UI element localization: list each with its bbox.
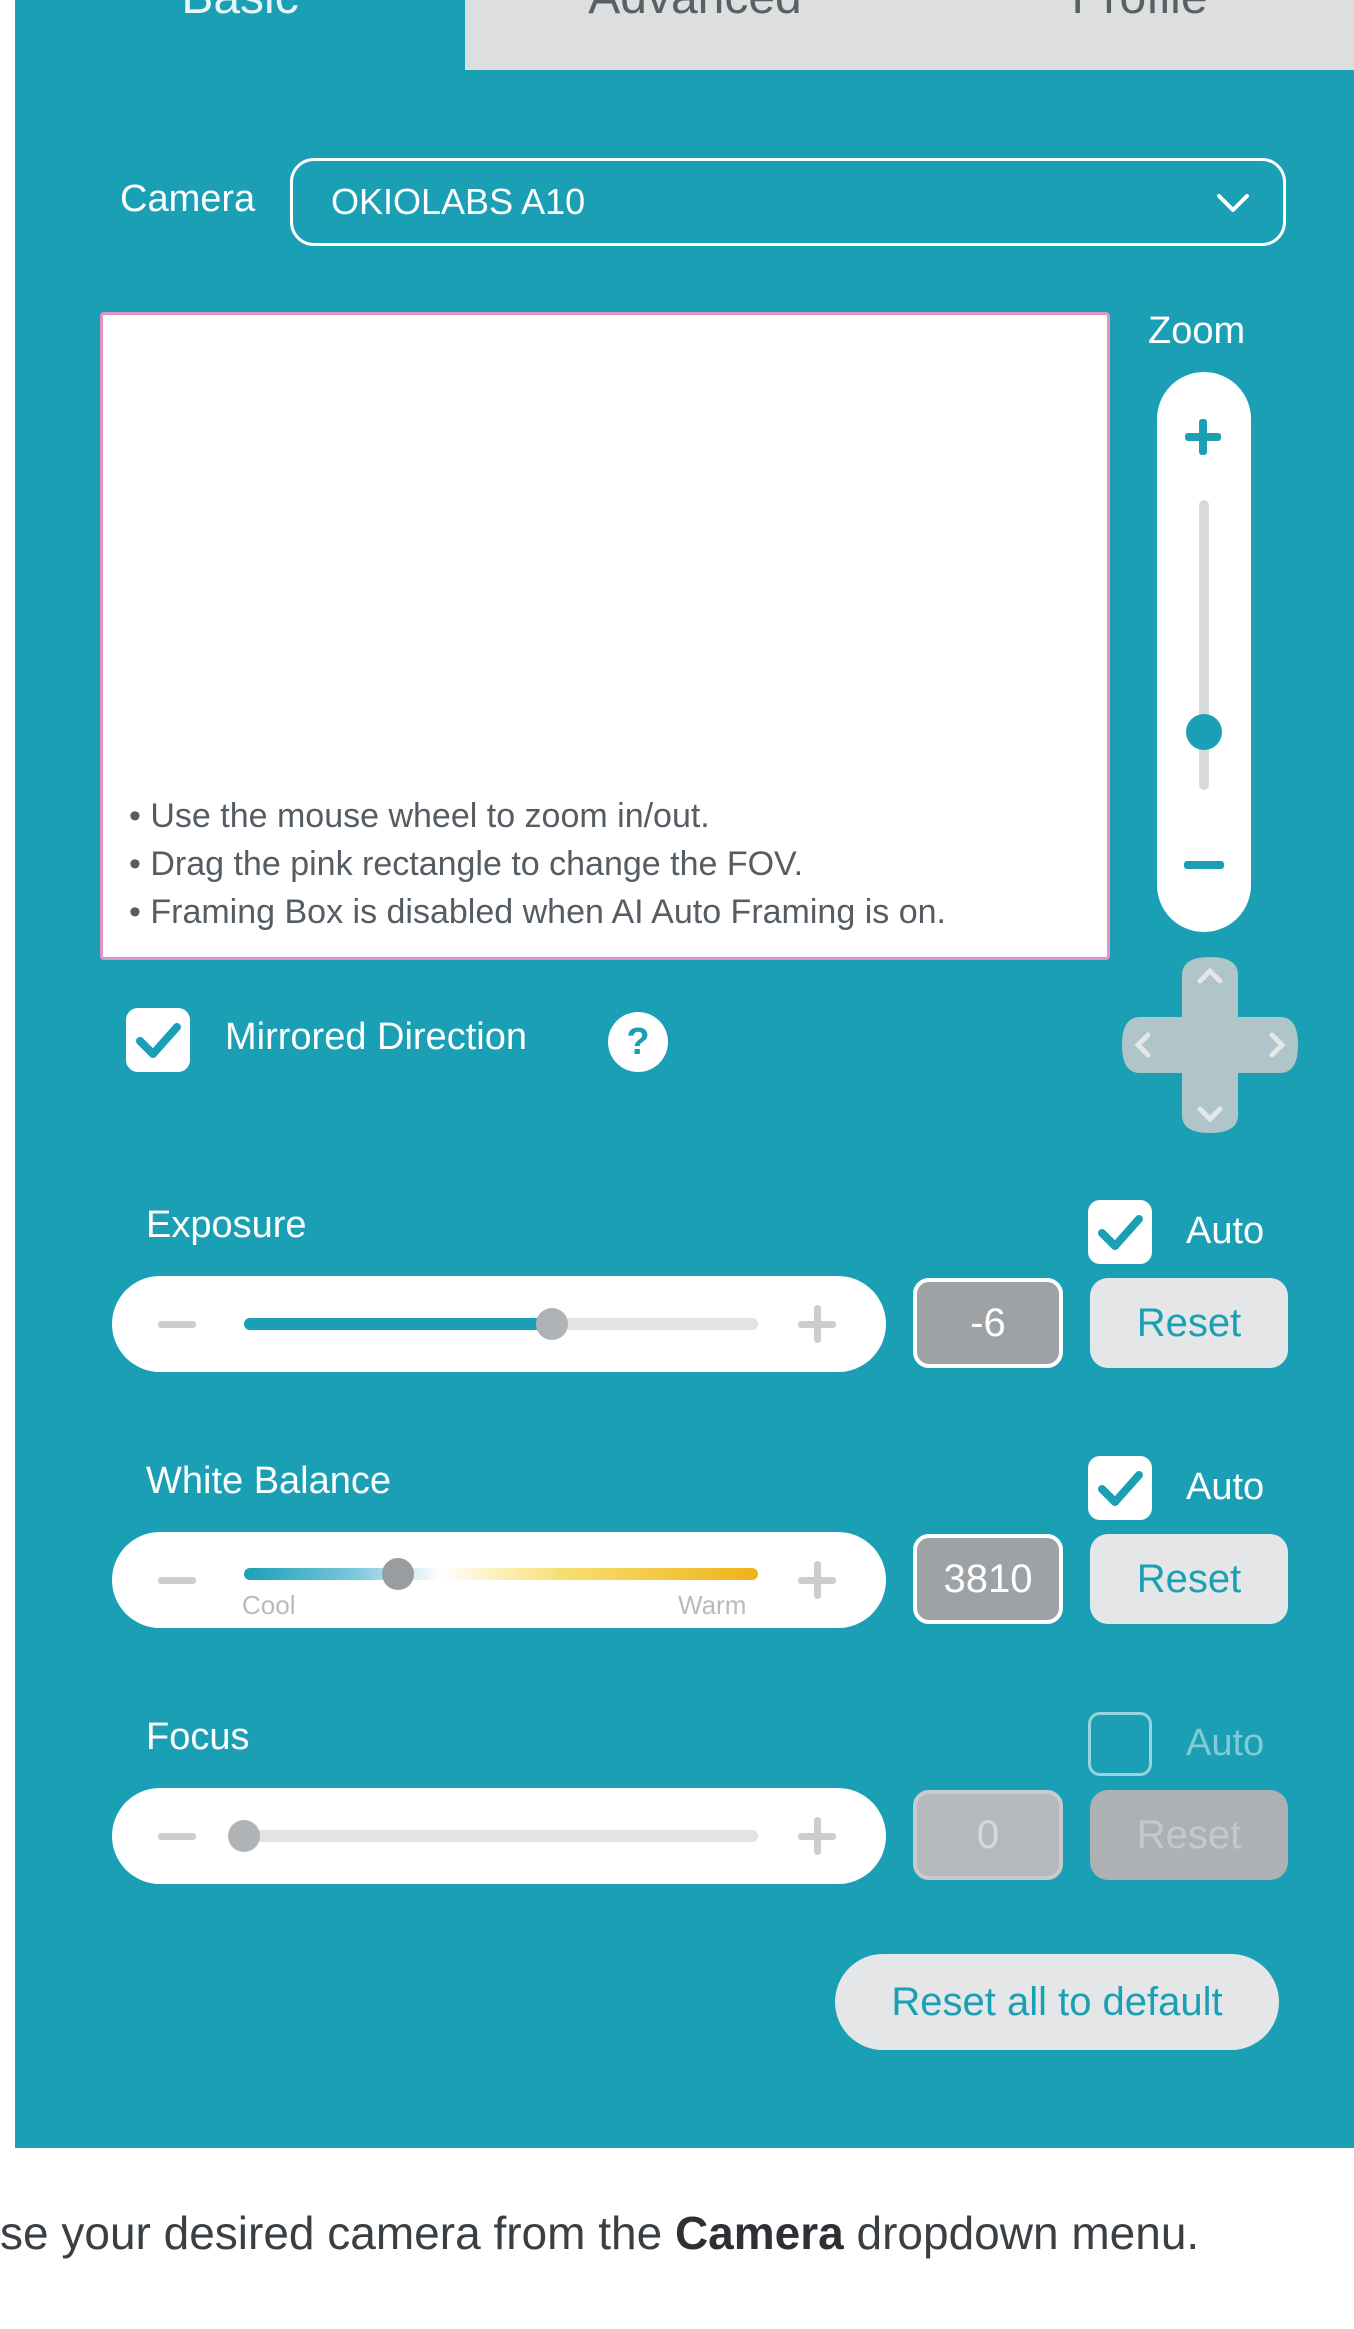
checkmark-icon [1098,1215,1143,1250]
camera-label: Camera [120,178,256,220]
chevron-down-icon [1217,194,1249,212]
exposure-auto-checkbox[interactable] [1088,1200,1152,1264]
cool-label: Cool [242,1590,296,1620]
white-balance-auto-checkbox[interactable] [1088,1456,1152,1520]
minus-icon[interactable] [158,1577,196,1584]
plus-icon-vertical [814,1817,821,1855]
tab-profile[interactable]: Profile [925,0,1354,70]
mirrored-checkbox[interactable] [126,1008,190,1072]
zoom-in-icon[interactable] [1180,414,1226,460]
minus-icon[interactable] [158,1833,196,1840]
exposure-label: Exposure [146,1204,307,1246]
focus-slider[interactable] [112,1788,886,1884]
focus-track [244,1830,758,1842]
minus-icon[interactable] [158,1321,196,1328]
camera-dropdown[interactable]: OKIOLABS A10 [290,158,1286,246]
focus-auto-label: Auto [1186,1722,1265,1764]
zoom-label: Zoom [1148,310,1246,352]
focus-reset-button[interactable]: Reset [1090,1790,1288,1880]
tab-profile-label: Profile [1071,0,1207,25]
checkmark-icon [1098,1471,1143,1506]
mirrored-label: Mirrored Direction [225,1016,527,1058]
tab-basic[interactable]: Basic [15,0,465,70]
warm-label: Warm [678,1590,747,1620]
exposure-fill [244,1318,553,1330]
help-icon-glyph: ? [626,1020,650,1063]
reset-all-button[interactable]: Reset all to default [835,1954,1279,2050]
exposure-handle[interactable] [536,1308,569,1340]
focus-auto-checkbox[interactable] [1088,1712,1152,1776]
caption-text: se your desired camera from the Camera d… [0,2206,1199,2260]
white-balance-value[interactable]: 3810 [913,1534,1063,1624]
focus-handle[interactable] [228,1820,260,1852]
zoom-handle[interactable] [1186,714,1222,750]
exposure-reset-button[interactable]: Reset [1090,1278,1288,1368]
zoom-out-icon[interactable] [1182,858,1226,872]
white-balance-label: White Balance [146,1460,392,1502]
checkmark-icon [136,1023,181,1058]
plus-icon-vertical [814,1305,821,1343]
hint-drag: • Drag the pink rectangle to change the … [129,845,804,883]
focus-value[interactable]: 0 [913,1790,1063,1880]
white-balance-auto-label: Auto [1186,1466,1265,1508]
hint-framing: • Framing Box is disabled when AI Auto F… [129,893,946,931]
exposure-value[interactable]: -6 [913,1278,1063,1368]
tab-basic-label: Basic [181,0,298,25]
help-icon[interactable]: ? [608,1012,668,1072]
focus-label: Focus [146,1716,250,1758]
plus-icon-vertical [814,1561,821,1599]
white-balance-handle[interactable] [382,1558,415,1590]
camera-selected-value: OKIOLABS A10 [331,181,586,222]
framing-preview[interactable]: • Use the mouse wheel to zoom in/out. • … [100,312,1110,960]
white-balance-slider[interactable]: Cool Warm [112,1532,886,1628]
exposure-slider[interactable] [112,1276,886,1372]
pan-tilt-dpad[interactable] [1120,955,1300,1135]
hint-zoom: • Use the mouse wheel to zoom in/out. [129,797,710,835]
caption-bold: Camera [674,2207,844,2259]
white-balance-gradient-track [244,1568,758,1580]
caption-prefix: se your desired camera from the [0,2207,675,2259]
tab-advanced[interactable]: Advanced [465,0,925,70]
caption-suffix: dropdown menu. [843,2207,1200,2259]
exposure-auto-label: Auto [1186,1210,1265,1252]
white-balance-reset-button[interactable]: Reset [1090,1534,1288,1624]
tab-advanced-label: Advanced [588,0,802,25]
